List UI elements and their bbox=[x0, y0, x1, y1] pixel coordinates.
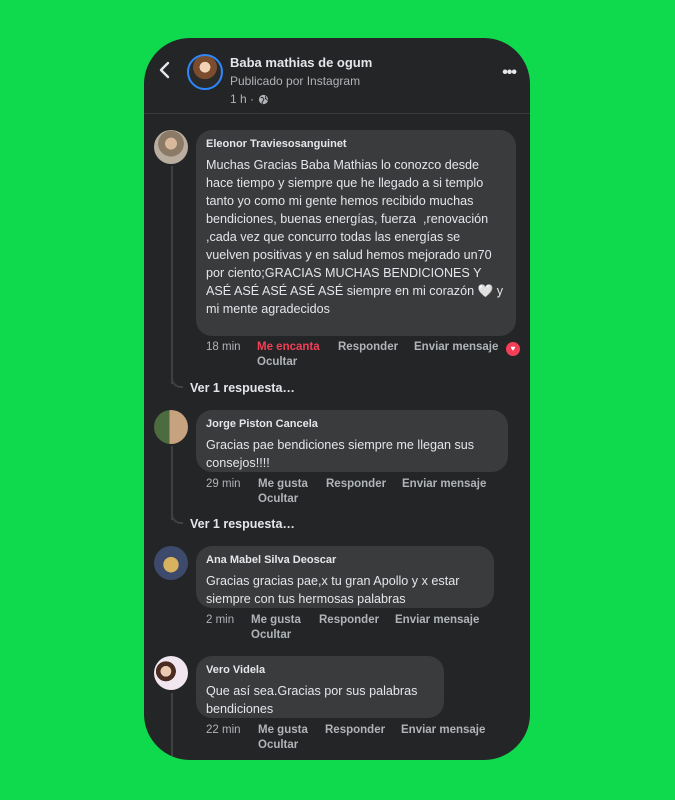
comment-bubble: Eleonor Traviesosanguinet Muchas Gracias… bbox=[196, 130, 516, 336]
send-message-button[interactable]: Enviar mensaje bbox=[401, 724, 485, 736]
post-header: Baba mathias de ogum Publicado por Insta… bbox=[144, 38, 530, 114]
reply-button[interactable]: Responder bbox=[326, 478, 386, 490]
comment-time: 18 min bbox=[206, 341, 241, 353]
view-replies-link[interactable]: Ver 1 respuesta… bbox=[190, 381, 295, 395]
comment-author[interactable]: Eleonor Traviesosanguinet bbox=[206, 138, 506, 150]
like-button[interactable]: Me gusta bbox=[251, 614, 301, 626]
hide-button[interactable]: Ocultar bbox=[251, 629, 291, 641]
thread-curve bbox=[171, 376, 183, 388]
thread-curve bbox=[171, 512, 183, 524]
comment-text: Que así sea.Gracias por sus palabras ben… bbox=[206, 684, 421, 716]
reply-button[interactable]: Responder bbox=[325, 724, 385, 736]
globe-icon bbox=[258, 94, 269, 104]
comment-bubble: Vero Videla Que así sea.Gracias por sus … bbox=[196, 656, 444, 718]
comment-text: Gracias gracias pae,x tu gran Apollo y x… bbox=[206, 574, 463, 606]
comment-time: 29 min bbox=[206, 478, 241, 490]
reply-button[interactable]: Responder bbox=[319, 614, 379, 626]
reply-button[interactable]: Responder bbox=[338, 341, 398, 353]
post-source: Publicado por Instagram bbox=[230, 74, 361, 88]
send-message-button[interactable]: Enviar mensaje bbox=[414, 341, 498, 353]
avatar[interactable] bbox=[154, 656, 188, 690]
page-name[interactable]: Baba mathias de ogum bbox=[230, 55, 372, 70]
header-divider bbox=[144, 113, 530, 114]
thread-line bbox=[171, 693, 173, 760]
more-dots-icon[interactable]: ••• bbox=[502, 64, 517, 82]
phone-frame: Baba mathias de ogum Publicado por Insta… bbox=[144, 38, 530, 760]
comment-author[interactable]: Jorge Piston Cancela bbox=[206, 418, 498, 430]
avatar[interactable] bbox=[154, 410, 188, 444]
hide-button[interactable]: Ocultar bbox=[258, 493, 298, 505]
like-button[interactable]: Me gusta bbox=[258, 478, 308, 490]
avatar[interactable] bbox=[154, 546, 188, 580]
comment-time: 22 min bbox=[206, 724, 241, 736]
comment-text: Gracias pae bendiciones siempre me llega… bbox=[206, 438, 478, 470]
comment-time: 2 min bbox=[206, 614, 235, 626]
like-button[interactable]: Me gusta bbox=[258, 724, 308, 736]
comment-text: Muchas Gracias Baba Mathias lo conozco d… bbox=[206, 158, 507, 316]
thread-line bbox=[171, 446, 173, 520]
view-replies-link[interactable]: Ver 1 respuesta… bbox=[190, 517, 295, 531]
avatar[interactable] bbox=[154, 130, 188, 164]
send-message-button[interactable]: Enviar mensaje bbox=[402, 478, 486, 490]
post-time-text: 1 h · bbox=[230, 92, 255, 106]
page-avatar[interactable] bbox=[187, 54, 223, 90]
comment-bubble: Jorge Piston Cancela Gracias pae bendici… bbox=[196, 410, 508, 472]
send-message-button[interactable]: Enviar mensaje bbox=[395, 614, 479, 626]
chevron-left-icon[interactable] bbox=[156, 60, 174, 80]
comment-author[interactable]: Vero Videla bbox=[206, 664, 434, 676]
hide-button[interactable]: Ocultar bbox=[258, 739, 298, 751]
love-button[interactable]: Me encanta bbox=[257, 341, 320, 353]
post-time: 1 h · bbox=[230, 92, 269, 106]
thread-line bbox=[171, 166, 173, 384]
heart-icon[interactable]: ♥ bbox=[504, 340, 522, 358]
comment-author[interactable]: Ana Mabel Silva Deoscar bbox=[206, 554, 484, 566]
hide-button[interactable]: Ocultar bbox=[257, 356, 297, 368]
comment-bubble: Ana Mabel Silva Deoscar Gracias gracias … bbox=[196, 546, 494, 608]
